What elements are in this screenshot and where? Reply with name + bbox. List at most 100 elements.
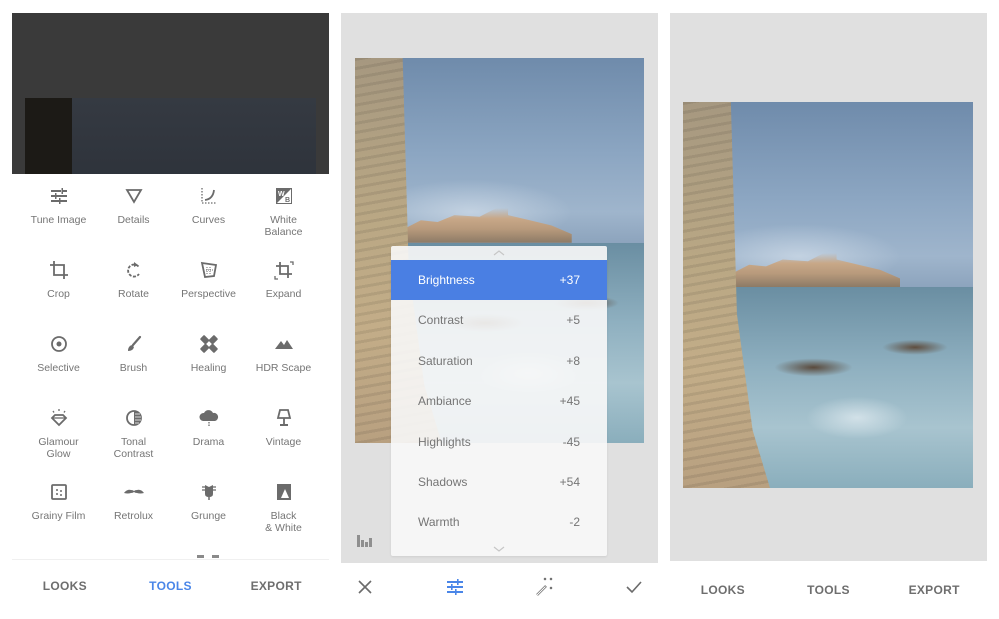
- healing-bandage-icon: [199, 335, 218, 353]
- adjustment-name: Ambiance: [418, 394, 472, 409]
- adjustment-contrast[interactable]: Contrast +5: [391, 300, 607, 340]
- tool-rotate[interactable]: Rotate: [94, 259, 173, 300]
- tool-white-balance[interactable]: WB White Balance: [244, 185, 323, 238]
- chevron-up-icon: [493, 250, 505, 256]
- black-white-icon: [276, 484, 291, 500]
- tool-vintage[interactable]: Vintage: [244, 407, 323, 448]
- tune-icon[interactable]: [443, 575, 467, 599]
- adjustment-highlights[interactable]: Highlights -45: [391, 422, 607, 462]
- adjustment-value: +5: [566, 313, 580, 328]
- adjustment-value: +54: [559, 475, 580, 489]
- tool-label: Grainy Film: [31, 510, 86, 522]
- check-icon[interactable]: [622, 575, 646, 599]
- tool-black-white[interactable]: Black & White: [244, 481, 323, 534]
- adjustment-ambiance[interactable]: Ambiance +45: [391, 381, 607, 421]
- histogram-icon[interactable]: [356, 533, 376, 547]
- tool-glamour-glow[interactable]: Glamour Glow: [19, 407, 98, 460]
- tool-grunge[interactable]: Grunge: [169, 481, 248, 522]
- tool-brush[interactable]: Brush: [94, 333, 173, 374]
- adjustment-name: Warmth: [418, 515, 460, 530]
- tool-retrolux[interactable]: Retrolux: [94, 481, 173, 522]
- nav-tools[interactable]: TOOLS: [120, 579, 220, 593]
- tool-crop[interactable]: Crop: [19, 259, 98, 300]
- adjustment-shadows[interactable]: Shadows +54: [391, 462, 607, 502]
- close-icon[interactable]: [353, 575, 377, 599]
- rotate-icon: [126, 262, 140, 278]
- adjustment-name: Saturation: [418, 353, 473, 368]
- tool-label: Expand: [265, 288, 302, 300]
- photo-preview-dimmed: [12, 13, 329, 174]
- brush-icon: [127, 335, 141, 351]
- diamond-glow-icon: [50, 409, 67, 427]
- perspective-icon: [200, 261, 217, 278]
- tonal-contrast-icon: [125, 410, 142, 426]
- cloud-icon: [198, 410, 218, 426]
- tool-label: Glamour Glow: [38, 436, 79, 460]
- tool-label: HDR Scape: [255, 362, 312, 374]
- more-tools-indicator: [197, 555, 232, 558]
- nav-export[interactable]: EXPORT: [884, 583, 984, 597]
- tool-drama[interactable]: Drama: [169, 407, 248, 448]
- crop-icon: [49, 261, 68, 279]
- adjustment-name: Brightness: [418, 273, 475, 287]
- grainy-film-icon: [50, 484, 67, 500]
- chevron-down-icon: [493, 546, 505, 552]
- mustache-icon: [123, 489, 144, 494]
- tool-healing[interactable]: Healing: [169, 333, 248, 374]
- mountains-icon: [274, 340, 293, 349]
- adjustment-name: Shadows: [418, 475, 468, 489]
- tune-image-screen: Brightness +37 Contrast +5 Saturation +8 Ambia…: [341, 0, 658, 619]
- adjustment-value: +37: [559, 273, 580, 287]
- adjustment-name: Highlights: [418, 434, 471, 449]
- adjustment-value: +8: [566, 353, 580, 368]
- adjustments-menu: Brightness +37 Contrast +5 Saturation +8 Ambia…: [391, 246, 607, 556]
- guitar-icon: [201, 485, 216, 500]
- tool-label: Drama: [192, 436, 225, 448]
- edit-toolbar: [341, 575, 658, 599]
- svg-text:W: W: [278, 191, 285, 198]
- tool-tune-image[interactable]: Tune Image: [19, 185, 98, 226]
- tool-label: Brush: [119, 362, 148, 374]
- tool-grainy-film[interactable]: Grainy Film: [19, 481, 98, 522]
- photo-thumbnail: [25, 98, 316, 174]
- nav-tools[interactable]: TOOLS: [778, 583, 878, 597]
- adjustment-warmth[interactable]: Warmth -2: [391, 502, 607, 542]
- edited-photo[interactable]: [683, 102, 973, 488]
- tool-perspective[interactable]: Perspective: [169, 259, 248, 300]
- tune-icon: [50, 188, 67, 204]
- tool-label: Rotate: [118, 288, 149, 300]
- white-balance-icon: WB: [275, 188, 292, 204]
- tool-tonal-contrast[interactable]: Tonal Contrast: [94, 407, 173, 460]
- bottom-nav: LOOKS TOOLS EXPORT: [12, 579, 329, 593]
- lamp-icon: [276, 409, 291, 426]
- result-screen: LOOKS TOOLS EXPORT: [670, 0, 987, 619]
- expand-icon: [273, 261, 294, 280]
- tool-details[interactable]: Details: [94, 185, 173, 226]
- tool-label: Healing: [190, 362, 227, 374]
- adjustment-saturation[interactable]: Saturation +8: [391, 341, 607, 381]
- tool-label: Crop: [47, 288, 70, 300]
- nav-export[interactable]: EXPORT: [226, 579, 326, 593]
- tool-label: Selective: [37, 362, 80, 374]
- bottom-nav: LOOKS TOOLS EXPORT: [670, 583, 987, 597]
- tool-expand[interactable]: Expand: [244, 259, 323, 300]
- adjustment-value: +45: [559, 394, 580, 409]
- selective-icon: [50, 336, 67, 352]
- adjustment-value: -2: [569, 515, 580, 530]
- tool-hdr-scape[interactable]: HDR Scape: [244, 333, 323, 374]
- divider: [12, 559, 329, 560]
- adjustment-brightness[interactable]: Brightness +37: [391, 260, 607, 300]
- details-triangle-icon: [124, 189, 143, 204]
- tool-label: Tune Image: [30, 214, 87, 226]
- nav-looks[interactable]: LOOKS: [673, 583, 773, 597]
- tool-label: Tonal Contrast: [113, 436, 154, 460]
- tool-curves[interactable]: Curves: [169, 185, 248, 226]
- tool-label: Perspective: [181, 288, 236, 300]
- auto-magic-wand-icon[interactable]: [532, 575, 556, 599]
- tool-selective[interactable]: Selective: [19, 333, 98, 374]
- tool-label: White Balance: [264, 214, 303, 238]
- nav-looks[interactable]: LOOKS: [15, 579, 115, 593]
- adjustment-name: Contrast: [418, 313, 464, 328]
- tool-label: Retrolux: [113, 510, 154, 522]
- adjustment-value: -45: [562, 434, 580, 449]
